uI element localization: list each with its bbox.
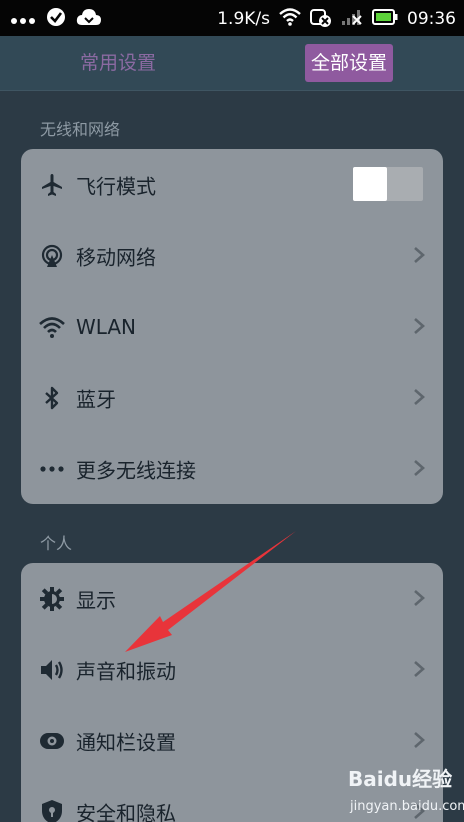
wireless-settings-card: 飞行模式 移动网络 WLAN 蓝牙 更多无线连接 [21, 149, 443, 504]
setting-label: 通知栏设置 [76, 730, 176, 754]
setting-row-mobile-network[interactable]: 移动网络 [21, 220, 443, 291]
status-bar: 1.9K/s 09:36 [0, 0, 464, 36]
signal-icon [341, 8, 363, 30]
chevron-right-icon [414, 732, 425, 748]
setting-label: WLAN [76, 314, 137, 339]
wifi-icon [279, 8, 301, 30]
section-title-wireless: 无线和网络 [40, 120, 121, 139]
watermark-url: jingyan.baidu.com [350, 799, 464, 814]
setting-label: 移动网络 [76, 245, 156, 269]
display-gear-icon [39, 587, 65, 611]
battery-charging-icon [372, 9, 398, 29]
chevron-right-icon [414, 247, 425, 263]
setting-label: 显示 [76, 588, 116, 612]
notification-eye-icon [39, 729, 65, 753]
baidu-jingyan-watermark: Baidu经验 jingyan.baidu.com [344, 763, 464, 819]
bluetooth-icon [39, 386, 65, 410]
clock: 09:36 [407, 9, 456, 29]
toggle-knob [353, 167, 387, 201]
settings-tab-bar: 常用设置 全部设置 [0, 36, 464, 91]
airplane-icon [39, 173, 65, 197]
tab-common-settings[interactable]: 常用设置 [74, 44, 162, 82]
setting-row-bluetooth[interactable]: 蓝牙 [21, 362, 443, 433]
airplane-mode-toggle[interactable] [353, 167, 423, 201]
section-title-personal: 个人 [40, 534, 73, 553]
setting-label: 飞行模式 [76, 174, 156, 198]
speaker-icon [39, 658, 65, 682]
wifi-icon [39, 315, 65, 339]
setting-row-sound-vibration[interactable]: 声音和振动 [21, 634, 443, 705]
chevron-right-icon [414, 318, 425, 334]
tab-all-settings[interactable]: 全部设置 [305, 44, 394, 82]
chevron-right-icon [414, 661, 425, 677]
alarm-off-icon [310, 7, 332, 31]
setting-row-more-wireless[interactable]: 更多无线连接 [21, 433, 443, 504]
mobile-network-icon [39, 244, 65, 268]
cloud-icon [76, 7, 102, 31]
setting-row-airplane-mode[interactable]: 飞行模式 [21, 149, 443, 220]
setting-row-wlan[interactable]: WLAN [21, 291, 443, 362]
more-dots-icon [10, 10, 36, 29]
more-dots-icon [39, 457, 65, 481]
check-circle-icon [46, 7, 66, 31]
setting-row-display[interactable]: 显示 [21, 563, 443, 634]
shield-icon [39, 800, 65, 822]
chevron-right-icon [414, 590, 425, 606]
network-speed: 1.9K/s [217, 9, 270, 29]
chevron-right-icon [414, 389, 425, 405]
setting-label: 安全和隐私 [76, 801, 176, 822]
setting-label: 更多无线连接 [76, 458, 196, 482]
watermark-brand: Baidu经验 [348, 767, 453, 791]
setting-label: 声音和振动 [76, 659, 176, 683]
setting-label: 蓝牙 [76, 387, 116, 411]
chevron-right-icon [414, 460, 425, 476]
